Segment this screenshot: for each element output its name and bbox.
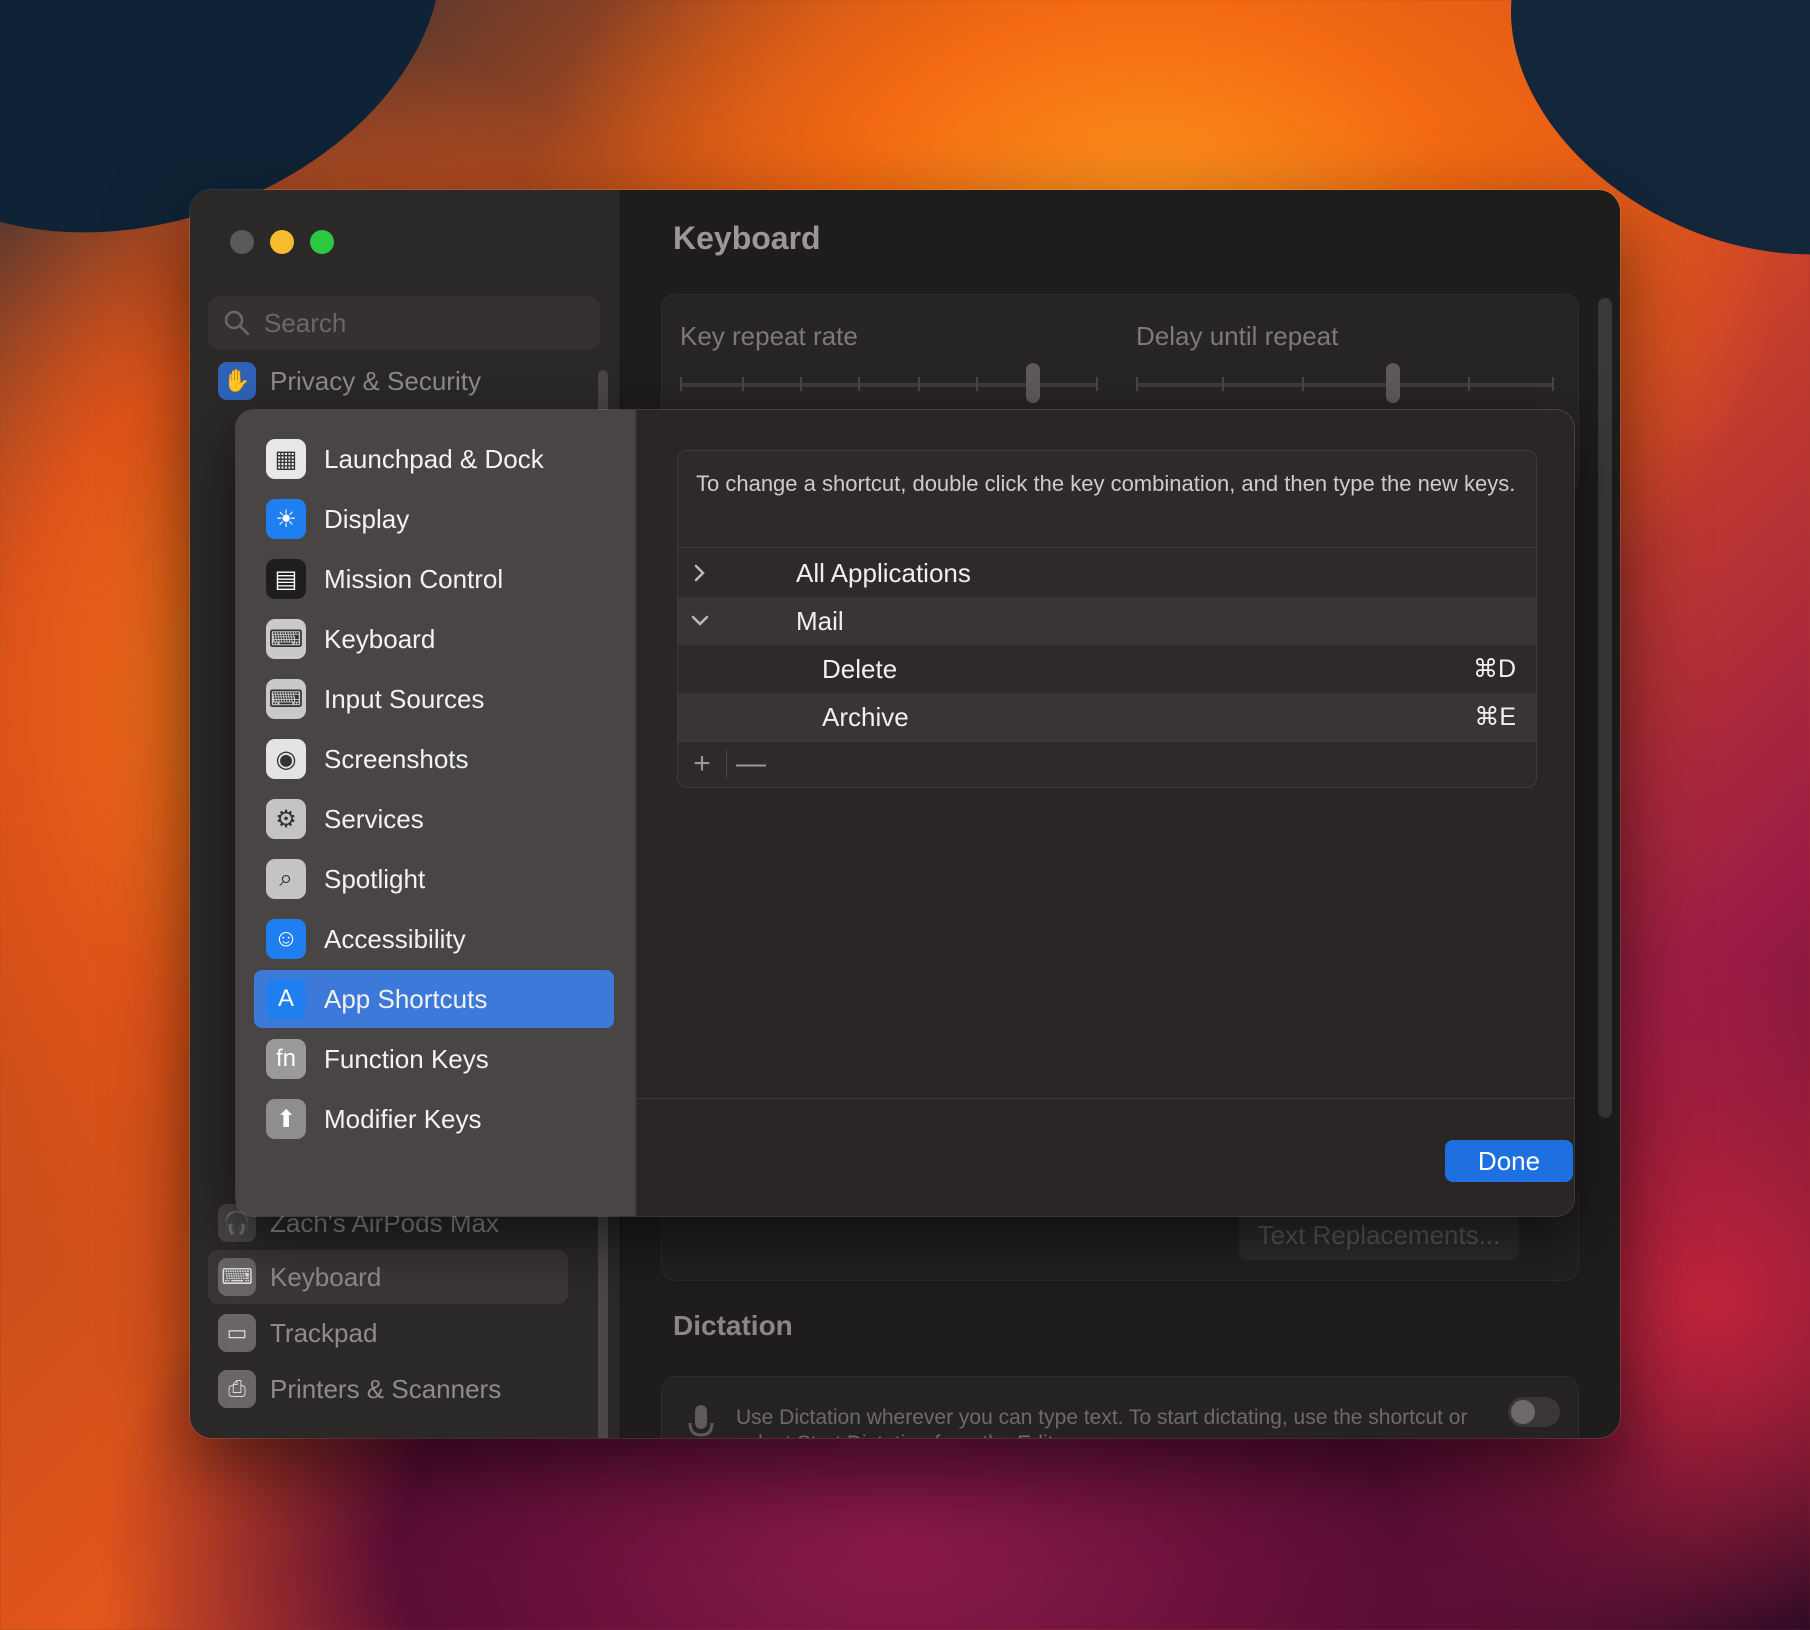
shortcuts-sidebar-item[interactable]: ▤ Mission Control (254, 550, 614, 608)
dictation-card: Use Dictation wherever you can type text… (661, 1376, 1579, 1438)
sidebar-item-printers[interactable]: ⎙ Printers & Scanners (218, 1366, 501, 1412)
shortcuts-sidebar-item[interactable]: ⌨ Input Sources (254, 670, 614, 728)
hand-icon: ✋ (218, 362, 256, 400)
key-repeat-label: Key repeat rate (680, 321, 858, 351)
sidebar-item-label: Keyboard (324, 623, 436, 654)
sidebar-item-privacy-security[interactable]: ✋ Privacy & Security (218, 358, 481, 404)
trackpad-icon: ▭ (218, 1314, 256, 1352)
sidebar-item-label: Printers & Scanners (270, 1373, 502, 1404)
sidebar-item-label: Input Sources (324, 683, 485, 714)
shortcuts-sidebar-item[interactable]: ⌕ Spotlight (254, 850, 614, 908)
sidebar-item-trackpad[interactable]: ▭ Trackpad (218, 1310, 377, 1356)
row-label: All Applications (796, 557, 971, 588)
zoom-button[interactable] (310, 230, 334, 254)
sidebar-item-label: Screenshots (324, 743, 469, 774)
shortcuts-sidebar-item[interactable]: ⌨ Keyboard (254, 610, 614, 668)
shortcuts-sidebar-item[interactable]: ⬆ Modifier Keys (254, 1090, 614, 1148)
chevron-right-icon[interactable] (688, 561, 712, 585)
search-icon (224, 310, 250, 336)
dictation-toggle[interactable] (1508, 1397, 1560, 1427)
shortcut-key[interactable]: ⌘E (1474, 702, 1516, 732)
close-button[interactable] (230, 230, 254, 254)
page-title: Keyboard (673, 220, 821, 256)
traffic-lights (230, 230, 334, 254)
shortcuts-pane: To change a shortcut, double click the k… (637, 410, 1574, 1216)
shortcuts-sidebar-item[interactable]: ☺ Accessibility (254, 910, 614, 968)
shortcut-label: Archive (822, 701, 909, 732)
add-shortcut-button[interactable]: + (678, 747, 726, 781)
shortcuts-sidebar-item[interactable]: ◉ Screenshots (254, 730, 614, 788)
minimize-button[interactable] (270, 230, 294, 254)
shortcuts-sidebar-item[interactable]: ⚙ Services (254, 790, 614, 848)
sidebar-item-label: Spotlight (324, 863, 426, 894)
printer-icon: ⎙ (218, 1370, 256, 1408)
key-repeat-slider[interactable] (680, 363, 1098, 403)
shortcuts-sidebar-item[interactable]: fn Function Keys (254, 1030, 614, 1088)
shortcuts-sidebar-item[interactable]: ☀ Display (254, 490, 614, 548)
camera-icon: ◉ (266, 739, 306, 779)
shortcuts-sidebar-item[interactable]: ▦ Launchpad & Dock (254, 430, 614, 488)
remove-shortcut-button[interactable]: — (727, 747, 775, 781)
footer-divider (637, 1098, 1574, 1099)
row-mail[interactable]: Mail (678, 597, 1536, 645)
sun-icon: ☀ (266, 499, 306, 539)
slider-knob[interactable] (1026, 363, 1040, 403)
fn-icon: fn (266, 1039, 306, 1079)
dictation-title: Dictation (673, 1310, 793, 1341)
text-replacements-button[interactable]: Text Replacements... (1239, 1210, 1519, 1260)
keyboard-icon: ⌨ (266, 619, 306, 659)
sidebar-item-label: App Shortcuts (324, 983, 488, 1014)
keyboard-icon: ⌨ (218, 1258, 256, 1296)
shortcuts-sidebar: ▦ Launchpad & Dock ☀ Display ▤ Mission Contro… (236, 410, 637, 1216)
sidebar-item-keyboard[interactable]: ⌨ Keyboard (218, 1254, 381, 1300)
launchpad-icon: ▦ (266, 439, 306, 479)
sidebar-search[interactable] (208, 296, 600, 350)
sidebar-item-label: Modifier Keys (324, 1103, 482, 1134)
shortcuts-sidebar-item[interactable]: A App Shortcuts (254, 970, 614, 1028)
sidebar-item-label: Mission Control (324, 563, 504, 594)
sidebar-item-label: Launchpad & Dock (324, 443, 544, 474)
search-input[interactable] (262, 306, 586, 340)
row-all-applications[interactable]: All Applications (678, 549, 1536, 597)
main-scrollbar[interactable] (1598, 298, 1612, 1118)
delay-repeat-slider[interactable] (1136, 363, 1554, 403)
keyboard-icon: ⌨ (266, 679, 306, 719)
sidebar-item-label: Accessibility (324, 923, 466, 954)
microphone-icon (688, 1405, 714, 1437)
sidebar-item-label: Display (324, 503, 410, 534)
slider-knob[interactable] (1386, 363, 1400, 403)
chevron-down-icon[interactable] (688, 609, 712, 633)
delay-repeat-label: Delay until repeat (1136, 321, 1339, 351)
shortcut-key[interactable]: ⌘D (1473, 654, 1516, 684)
sidebar-item-label: Services (324, 803, 424, 834)
shortcut-row-delete[interactable]: Delete ⌘D (678, 645, 1536, 693)
list-toolbar: + — (678, 741, 1536, 787)
sidebar-item-label: Keyboard (270, 1261, 382, 1292)
mission-control-icon: ▤ (266, 559, 306, 599)
done-button[interactable]: Done (1445, 1140, 1573, 1182)
sidebar-item-label: Function Keys (324, 1043, 489, 1074)
dictation-description: Use Dictation wherever you can type text… (736, 1406, 1468, 1438)
shortcut-instructions: To change a shortcut, double click the k… (696, 471, 1516, 496)
app-store-icon: A (266, 979, 306, 1019)
row-label: Mail (796, 605, 844, 636)
shortcut-label: Delete (822, 653, 898, 684)
arrow-up-icon: ⬆ (266, 1099, 306, 1139)
gears-icon: ⚙ (266, 799, 306, 839)
sidebar-item-label: Privacy & Security (270, 365, 481, 396)
magnifier-icon: ⌕ (266, 859, 306, 899)
shortcut-row-archive[interactable]: Archive ⌘E (678, 693, 1536, 741)
accessibility-icon: ☺ (266, 919, 306, 959)
keyboard-shortcuts-sheet: ▦ Launchpad & Dock ☀ Display ▤ Mission Contro… (236, 410, 1574, 1216)
shortcuts-list: To change a shortcut, double click the k… (677, 450, 1537, 788)
sidebar-item-label: Trackpad (270, 1317, 378, 1348)
